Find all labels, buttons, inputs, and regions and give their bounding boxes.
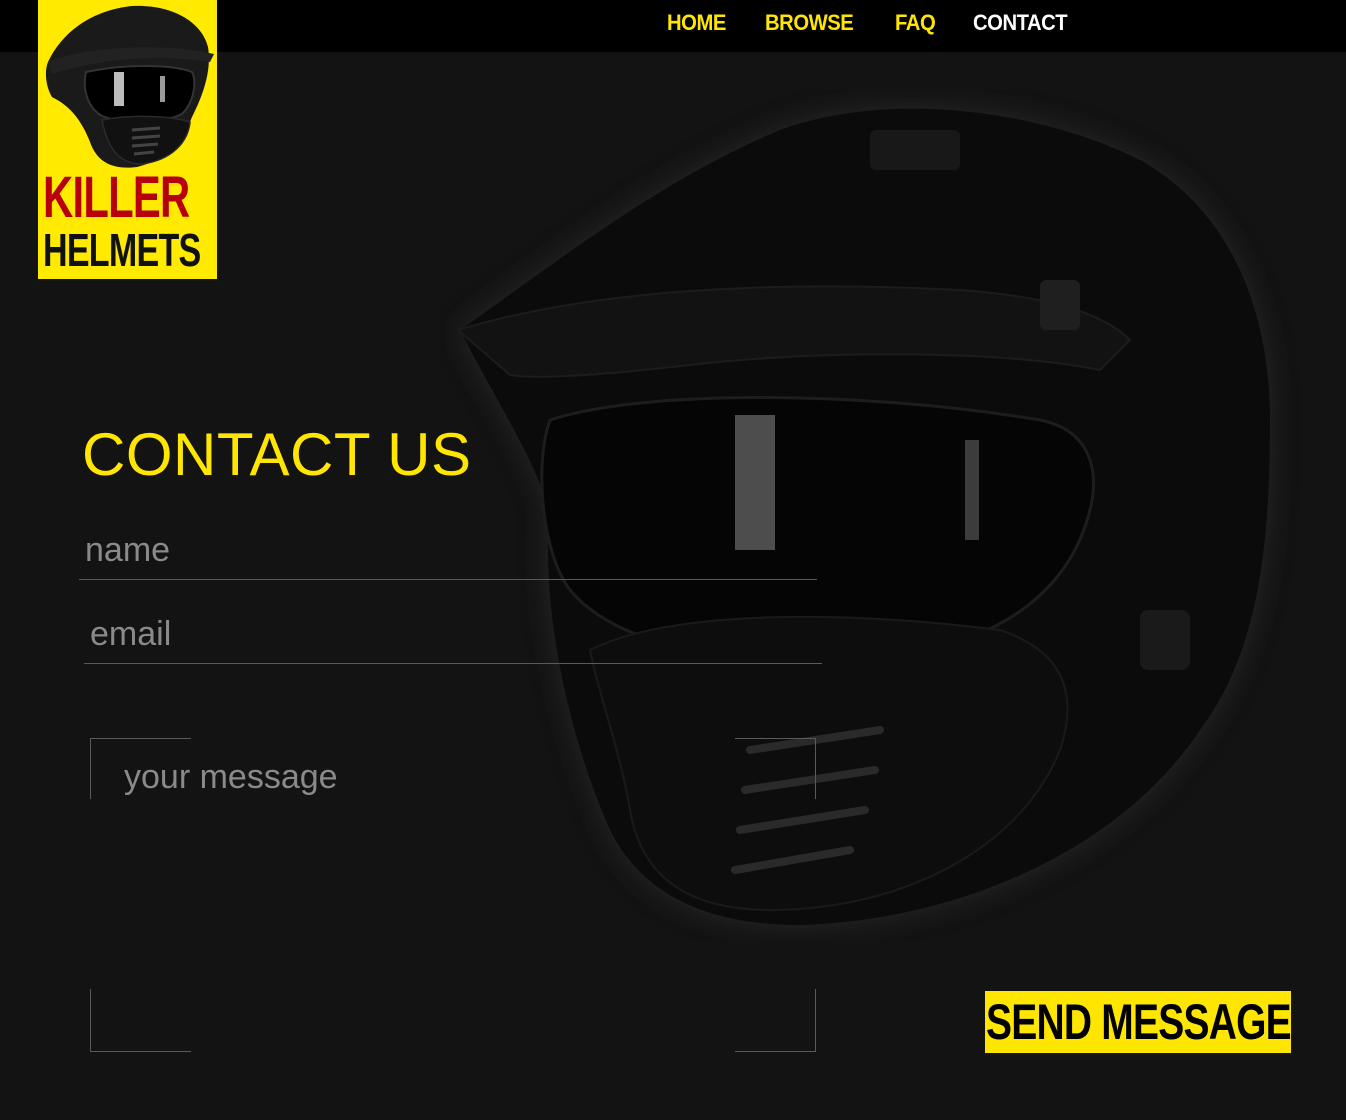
logo-word-killer: KILLER: [43, 165, 190, 230]
page-title: CONTACT US: [82, 421, 472, 488]
email-field[interactable]: [84, 606, 822, 664]
name-field[interactable]: [79, 522, 817, 580]
nav-faq[interactable]: FAQ: [895, 10, 936, 36]
send-message-label: SEND MESSAGE: [985, 994, 1292, 1050]
message-box: [90, 738, 816, 1052]
nav-contact[interactable]: CONTACT: [973, 10, 1068, 36]
message-field[interactable]: [118, 752, 778, 1032]
main-nav: HOME BROWSE FAQ CONTACT: [667, 10, 1075, 36]
logo-word-helmets: HELMETS: [43, 224, 201, 276]
helmet-logo-icon: [45, 5, 214, 168]
logo[interactable]: KILLER HELMETS: [38, 0, 217, 279]
send-message-button[interactable]: SEND MESSAGE: [985, 991, 1291, 1053]
nav-home[interactable]: HOME: [667, 10, 726, 36]
nav-browse[interactable]: BROWSE: [765, 10, 854, 36]
